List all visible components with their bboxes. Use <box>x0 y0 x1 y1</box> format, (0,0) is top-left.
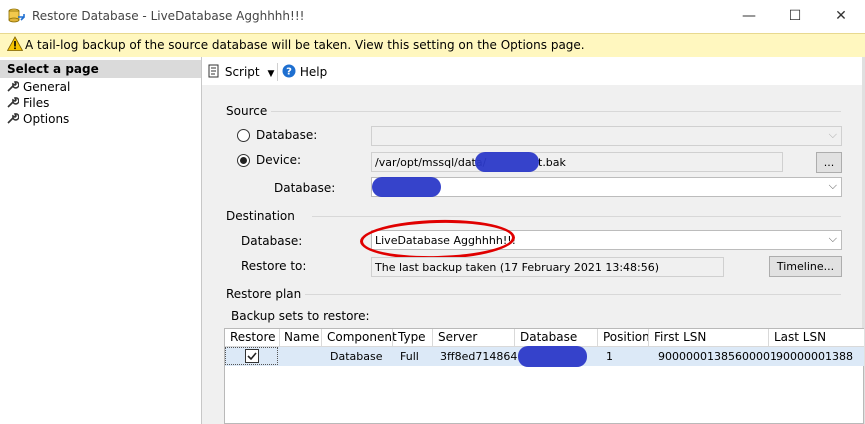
warning-triangle-icon <box>7 36 23 51</box>
source-database-radio[interactable] <box>237 129 250 142</box>
chevron-down-icon: ▼ <box>267 69 275 79</box>
destination-section-label: Destination <box>226 209 299 223</box>
cell-position: 1 <box>606 350 613 363</box>
column-header-database[interactable]: Database <box>520 330 577 346</box>
maximize-button[interactable]: ☐ <box>783 6 807 26</box>
help-button[interactable]: ? Help <box>282 64 327 80</box>
column-header-last-lsn[interactable]: Last LSN <box>774 330 826 346</box>
redaction-scribble <box>372 177 441 197</box>
restore-to-label: Restore to: <box>241 259 307 273</box>
cell-component: Database <box>330 350 383 363</box>
svg-text:?: ? <box>286 67 292 78</box>
redaction-scribble <box>518 346 587 367</box>
nav-item-files[interactable]: Files <box>6 96 49 111</box>
column-separator <box>432 329 433 346</box>
source-device-radio[interactable] <box>237 154 250 167</box>
cell-server: 3ff8ed714864 <box>440 350 518 363</box>
column-header-name[interactable]: Name <box>284 330 319 346</box>
source-device-label: Device: <box>256 153 302 167</box>
chevron-down-icon: ⌵ <box>828 179 837 192</box>
timeline-button[interactable]: Timeline... <box>769 256 842 277</box>
help-label: Help <box>299 65 328 79</box>
script-label: Script <box>224 65 260 79</box>
wrench-icon <box>7 81 20 92</box>
nav-item-label: Files <box>23 96 50 110</box>
device-path-field[interactable]: /var/opt/mssql/data/ t.bak <box>371 152 783 172</box>
minimize-button[interactable]: — <box>737 6 761 26</box>
nav-item-options[interactable]: Options <box>6 112 69 127</box>
script-icon <box>208 64 219 78</box>
device-path-prefix: /var/opt/mssql/data/ <box>375 156 487 169</box>
destination-database-label: Database: <box>241 234 303 248</box>
restore-checkbox[interactable] <box>245 349 259 363</box>
radio-selected-dot <box>240 157 247 164</box>
column-header-first-lsn[interactable]: First LSN <box>654 330 706 346</box>
database-restore-icon <box>8 8 25 23</box>
wrench-icon <box>7 113 20 124</box>
source-database-combo[interactable]: ⌵ <box>371 126 842 146</box>
browse-device-button[interactable]: ... <box>816 152 842 173</box>
warning-message: A tail-log backup of the source database… <box>25 38 585 52</box>
checkmark-icon <box>247 352 257 361</box>
close-button[interactable]: ✕ <box>829 6 853 26</box>
cell-type: Full <box>400 350 419 363</box>
source-database-select-label: Database: <box>274 181 336 195</box>
column-header-position[interactable]: Position <box>603 330 650 346</box>
chevron-down-icon: ⌵ <box>828 232 837 245</box>
device-path-suffix: t.bak <box>538 156 566 169</box>
source-database-label: Database: <box>256 128 318 142</box>
column-separator <box>648 329 649 346</box>
wrench-icon <box>7 97 20 108</box>
column-separator <box>279 329 280 346</box>
help-icon: ? <box>282 64 296 78</box>
column-header-type[interactable]: Type <box>398 330 426 346</box>
script-button[interactable]: Script ▼ <box>207 64 274 80</box>
source-section-label: Source <box>226 104 272 118</box>
cell-last-lsn: 90000001388 <box>776 350 853 363</box>
restore-plan-section-label: Restore plan <box>226 287 306 301</box>
source-backup-database-combo[interactable]: ⌵ <box>371 177 842 197</box>
column-separator <box>597 329 598 346</box>
nav-item-label: General <box>23 80 71 94</box>
column-separator <box>321 329 322 346</box>
cell-first-lsn: 90000001385600001 <box>658 350 777 363</box>
column-separator <box>768 329 769 346</box>
backup-sets-label: Backup sets to restore: <box>231 309 370 323</box>
section-divider <box>265 111 841 112</box>
column-header-restore[interactable]: Restore <box>230 330 276 346</box>
redaction-scribble <box>475 152 539 172</box>
column-header-server[interactable]: Server <box>438 330 477 346</box>
nav-item-general[interactable]: General <box>6 80 70 95</box>
nav-item-label: Options <box>23 112 70 126</box>
column-separator <box>392 329 393 346</box>
restore-to-field: The last backup taken (17 February 2021 … <box>371 257 724 277</box>
section-divider <box>312 216 841 217</box>
page-selector-title: Select a page <box>7 62 99 76</box>
column-header-component[interactable]: Component <box>327 330 397 346</box>
column-separator <box>514 329 515 346</box>
toolbar-divider <box>277 63 278 81</box>
section-divider <box>291 294 841 295</box>
chevron-down-icon: ⌵ <box>828 128 837 141</box>
window-title: Restore Database - LiveDatabase Agghhhh!… <box>32 9 305 23</box>
restore-to-value: The last backup taken (17 February 2021 … <box>375 261 660 274</box>
